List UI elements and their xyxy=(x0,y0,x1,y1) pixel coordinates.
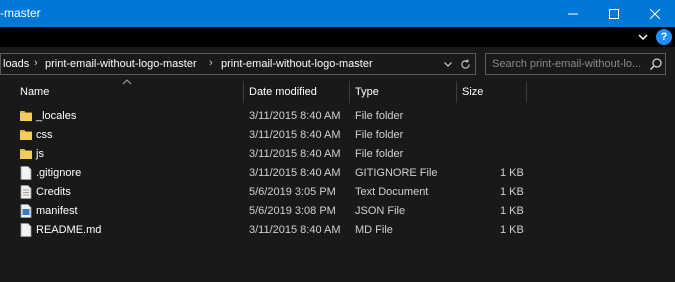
file-type: MD File xyxy=(355,224,393,236)
file-row[interactable]: Credits 5/6/2019 3:05 PM Text Document 1… xyxy=(0,183,675,202)
file-name: Credits xyxy=(36,186,71,198)
file-size: 1 KB xyxy=(500,205,524,217)
folder-icon xyxy=(20,111,32,121)
address-history-button[interactable] xyxy=(441,57,455,71)
maximize-button[interactable] xyxy=(591,0,637,27)
search-icon[interactable] xyxy=(649,57,663,71)
file-name: js xyxy=(36,148,44,160)
column-divider[interactable] xyxy=(349,81,350,103)
file-type: File folder xyxy=(355,148,404,160)
text-document-icon xyxy=(20,185,32,199)
column-divider[interactable] xyxy=(456,81,457,103)
file-row[interactable]: manifest 5/6/2019 3:08 PM JSON File 1 KB xyxy=(0,202,675,221)
minimize-icon xyxy=(568,13,578,14)
file-name: _locales xyxy=(36,110,77,122)
chevron-down-icon xyxy=(444,61,452,67)
close-icon xyxy=(650,8,660,19)
file-date-modified: 3/11/2015 8:40 AM xyxy=(249,224,341,236)
file-row[interactable]: .gitignore 3/11/2015 8:40 AM GITIGNORE F… xyxy=(0,164,675,183)
navigation-row: loads › print-email-without-logo-master … xyxy=(0,47,675,81)
file-name: .gitignore xyxy=(36,167,82,179)
file-date-modified: 5/6/2019 3:05 PM xyxy=(249,186,336,198)
file-date-modified: 3/11/2015 8:40 AM xyxy=(249,148,341,160)
address-bar[interactable]: loads › print-email-without-logo-master … xyxy=(0,53,476,75)
column-divider[interactable] xyxy=(243,81,244,103)
search-input[interactable] xyxy=(492,56,644,72)
breadcrumb-separator-icon[interactable]: › xyxy=(34,57,38,69)
refresh-icon xyxy=(460,58,470,69)
column-header-type[interactable]: Type xyxy=(355,86,379,98)
breadcrumb-separator-icon[interactable]: › xyxy=(209,57,213,69)
ribbon-bar: ? xyxy=(0,27,675,47)
file-type: GITIGNORE File xyxy=(355,167,438,179)
maximize-icon xyxy=(609,8,619,19)
column-divider[interactable] xyxy=(526,81,527,103)
close-button[interactable] xyxy=(632,0,675,27)
file-date-modified: 3/11/2015 8:40 AM xyxy=(249,167,341,179)
file-icon xyxy=(20,166,32,180)
file-row[interactable]: _locales 3/11/2015 8:40 AM File folder xyxy=(0,107,675,126)
file-date-modified: 5/6/2019 3:08 PM xyxy=(249,205,336,217)
folder-icon xyxy=(20,130,32,140)
column-header: Name Date modified Type Size xyxy=(0,79,675,103)
column-header-name[interactable]: Name xyxy=(20,86,49,98)
column-header-size[interactable]: Size xyxy=(462,86,483,98)
file-date-modified: 3/11/2015 8:40 AM xyxy=(249,110,341,122)
chevron-down-icon xyxy=(638,34,648,40)
file-type: JSON File xyxy=(355,205,406,217)
file-type: File folder xyxy=(355,110,404,122)
refresh-button[interactable] xyxy=(458,57,472,71)
file-name: manifest xyxy=(36,205,78,217)
breadcrumb-downloads[interactable]: loads xyxy=(3,58,29,70)
file-size: 1 KB xyxy=(500,224,524,236)
breadcrumb-current-folder[interactable]: print-email-without-logo-master xyxy=(221,58,373,70)
folder-icon xyxy=(20,149,32,159)
file-type: File folder xyxy=(355,129,404,141)
file-date-modified: 3/11/2015 8:40 AM xyxy=(249,129,341,141)
minimize-button[interactable] xyxy=(550,0,596,27)
file-row[interactable]: css 3/11/2015 8:40 AM File folder xyxy=(0,126,675,145)
help-button[interactable]: ? xyxy=(656,29,672,45)
file-row[interactable]: README.md 3/11/2015 8:40 AM MD File 1 KB xyxy=(0,221,675,240)
title-bar[interactable]: -master xyxy=(0,0,675,27)
column-header-date-modified[interactable]: Date modified xyxy=(249,86,317,98)
file-name: README.md xyxy=(36,224,102,236)
file-row[interactable]: js 3/11/2015 8:40 AM File folder xyxy=(0,145,675,164)
window-title: -master xyxy=(0,6,41,20)
expand-ribbon-button[interactable] xyxy=(636,30,650,44)
search-box[interactable] xyxy=(485,53,666,75)
file-icon xyxy=(20,223,32,237)
file-name: css xyxy=(36,129,53,141)
file-size: 1 KB xyxy=(500,186,524,198)
sort-ascending-icon xyxy=(122,79,132,85)
file-size: 1 KB xyxy=(500,167,524,179)
help-icon: ? xyxy=(660,31,668,43)
breadcrumb-parent-folder[interactable]: print-email-without-logo-master xyxy=(45,58,197,70)
file-type: Text Document xyxy=(355,186,429,198)
json-file-icon xyxy=(20,204,32,218)
